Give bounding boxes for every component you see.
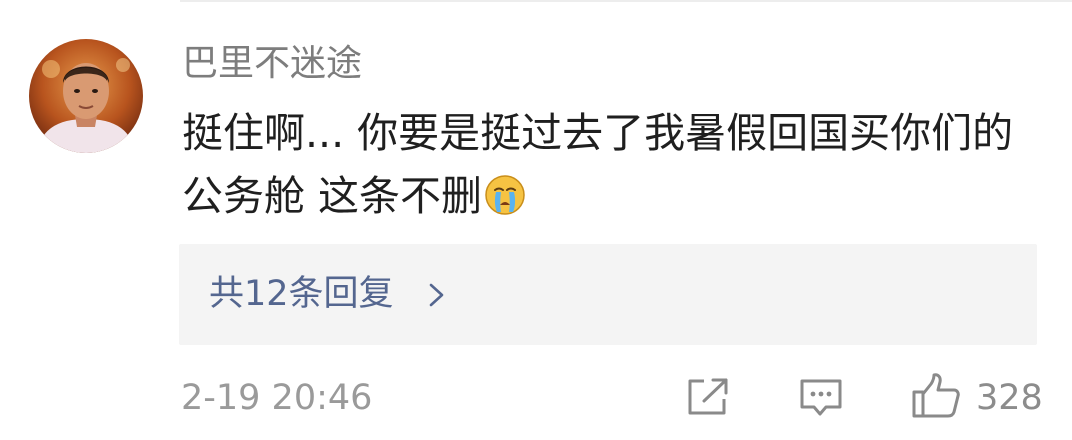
- replies-label: 共12条回复: [209, 274, 394, 314]
- share-icon[interactable]: [686, 377, 730, 417]
- username[interactable]: 巴里不迷途: [182, 40, 362, 88]
- timestamp: 2-19 20:46: [181, 378, 373, 418]
- comment-icon[interactable]: [799, 377, 843, 417]
- top-divider: [180, 0, 1072, 2]
- avatar[interactable]: [29, 39, 143, 153]
- chevron-right-icon: [427, 282, 447, 308]
- comment-text: 挺住啊... 你要是挺过去了我暑假回国买你们的公务舱 这条不删: [182, 102, 1042, 228]
- like-count: 328: [976, 378, 1043, 418]
- thumbs-up-icon[interactable]: [911, 372, 961, 418]
- comment-body: 挺住啊... 你要是挺过去了我暑假回国买你们的公务舱 这条不删: [182, 109, 1014, 220]
- view-replies-button[interactable]: 共12条回复: [179, 244, 1037, 345]
- crying-face-icon: [484, 174, 526, 216]
